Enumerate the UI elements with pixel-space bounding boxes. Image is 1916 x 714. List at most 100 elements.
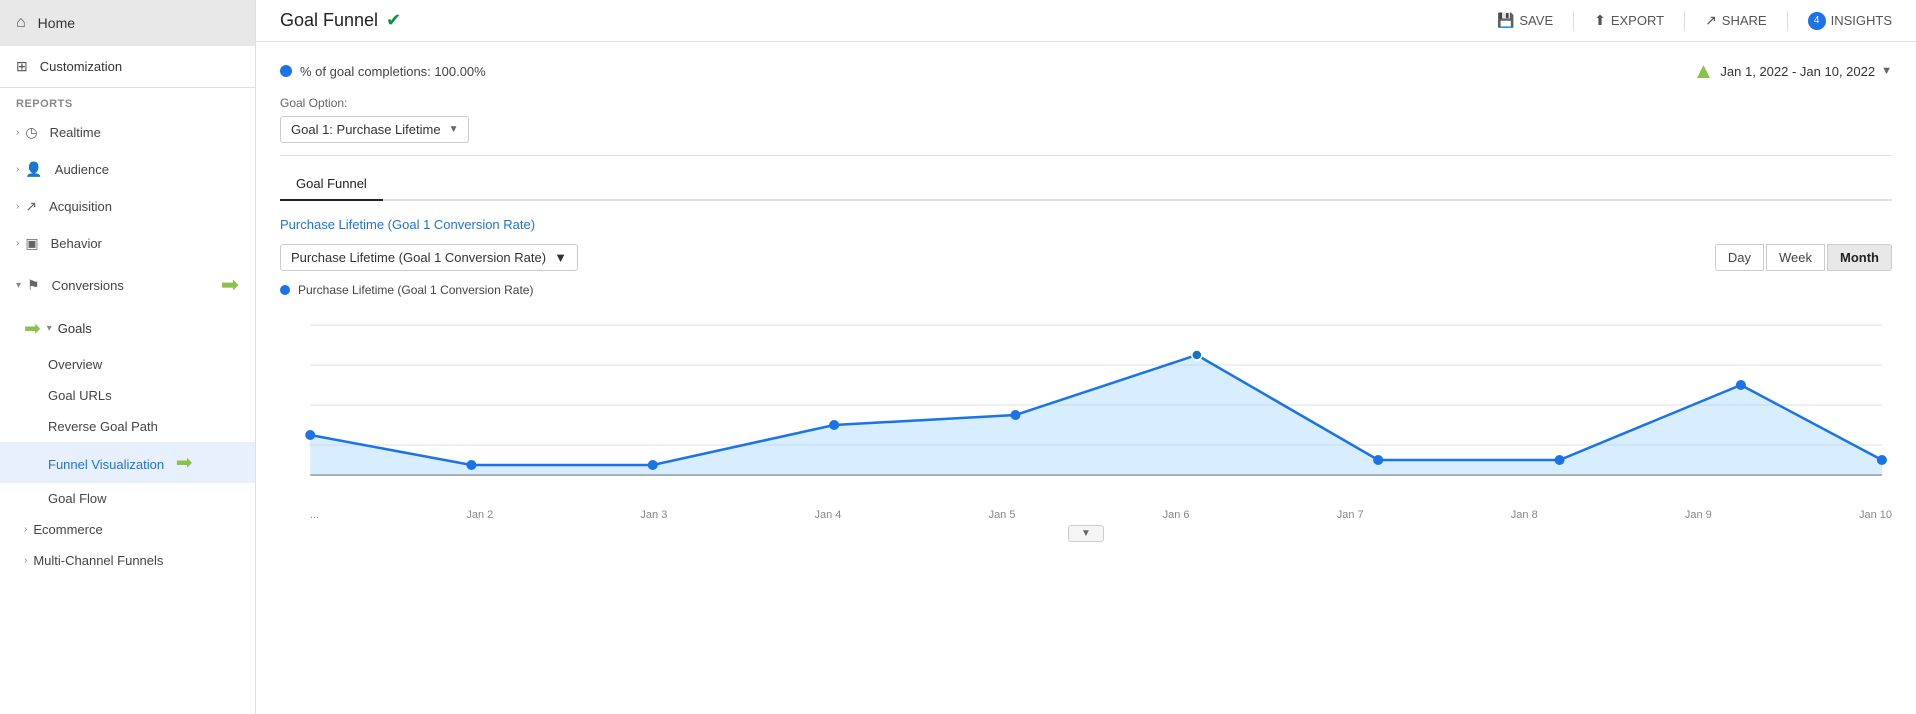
chart-svg (280, 305, 1892, 505)
date-range-picker[interactable]: ▲ Jan 1, 2022 - Jan 10, 2022 ▼ (1693, 58, 1892, 84)
tab-row: Goal Funnel (280, 168, 1892, 201)
goal-select-chevron: ▼ (449, 124, 459, 135)
save-label: SAVE (1519, 13, 1553, 28)
reverse-goal-path-label: Reverse Goal Path (48, 419, 158, 434)
completions-text: % of goal completions: 100.00% (300, 64, 486, 79)
sidebar-item-goal-flow[interactable]: Goal Flow (0, 483, 255, 514)
x-label-9: Jan 10 (1859, 509, 1892, 521)
data-point-1 (466, 460, 476, 470)
month-button[interactable]: Month (1827, 244, 1892, 271)
acquisition-icon: ↗ (25, 198, 37, 215)
goal-flow-label: Goal Flow (48, 491, 107, 506)
realtime-label: Realtime (50, 125, 101, 140)
tab-goal-funnel-label: Goal Funnel (296, 176, 367, 191)
sidebar-item-reverse-goal-path[interactable]: Reverse Goal Path (0, 411, 255, 442)
tab-goal-funnel[interactable]: Goal Funnel (280, 168, 383, 201)
sidebar-item-home[interactable]: ⌂ Home (0, 0, 255, 46)
main-content: Goal Funnel ✔ 💾 SAVE ⬆ EXPORT ↗ SHARE 4 … (256, 0, 1916, 714)
ecommerce-label: Ecommerce (33, 522, 102, 537)
sidebar-item-goal-urls[interactable]: Goal URLs (0, 380, 255, 411)
multichannel-label: Multi-Channel Funnels (33, 553, 163, 568)
customization-icon: ⊞ (16, 58, 28, 75)
sidebar-item-funnel-visualization[interactable]: Funnel Visualization ➡ (0, 442, 255, 483)
x-label-4: Jan 5 (989, 509, 1016, 521)
home-label: Home (38, 15, 75, 31)
goals-annotation-arrow: ➡ (24, 316, 41, 341)
sidebar-item-overview[interactable]: Overview (0, 349, 255, 380)
acquisition-label: Acquisition (49, 199, 112, 214)
content-area: % of goal completions: 100.00% ▲ Jan 1, … (256, 42, 1916, 714)
audience-icon: 👤 (25, 161, 42, 178)
sidebar-item-customization[interactable]: ⊞ Customization (0, 46, 255, 88)
divider-3 (1787, 11, 1788, 31)
x-label-7: Jan 8 (1511, 509, 1538, 521)
data-point-4 (1010, 410, 1020, 420)
week-button[interactable]: Week (1766, 244, 1825, 271)
goal-completions-row: % of goal completions: 100.00% ▲ Jan 1, … (280, 58, 1892, 84)
sidebar-item-ecommerce[interactable]: › Ecommerce (0, 514, 255, 545)
legend-text: Purchase Lifetime (Goal 1 Conversion Rat… (298, 283, 533, 297)
up-arrow-icon: ▲ (1693, 58, 1715, 84)
date-range-text: Jan 1, 2022 - Jan 10, 2022 (1720, 64, 1875, 79)
sidebar-item-acquisition[interactable]: › ↗ Acquisition (0, 188, 255, 225)
conversion-rate-label: Purchase Lifetime (Goal 1 Conversion Rat… (280, 217, 1892, 232)
export-button[interactable]: ⬆ EXPORT (1594, 12, 1664, 29)
x-axis-labels: ... Jan 2 Jan 3 Jan 4 Jan 5 Jan 6 Jan 7 … (280, 505, 1892, 521)
sidebar-item-realtime[interactable]: › ◷ Realtime (0, 114, 255, 151)
goal-option-section: Goal Option: Goal 1: Purchase Lifetime ▼ (280, 96, 1892, 156)
x-label-8: Jan 9 (1685, 509, 1712, 521)
save-icon: 💾 (1497, 12, 1514, 29)
insights-button[interactable]: 4 INSIGHTS (1808, 12, 1892, 30)
x-label-5: Jan 6 (1163, 509, 1190, 521)
share-icon: ↗ (1705, 12, 1717, 29)
conversions-label: Conversions (52, 278, 124, 293)
realtime-arrow: › (16, 127, 19, 138)
ecommerce-arrow: › (24, 524, 27, 535)
goals-expand-arrow: ▾ (47, 323, 52, 334)
funnel-annotation-arrow: ➡ (176, 452, 193, 474)
x-label-2: Jan 3 (640, 509, 667, 521)
audience-arrow: › (16, 164, 19, 175)
divider-2 (1684, 11, 1685, 31)
top-actions: 💾 SAVE ⬆ EXPORT ↗ SHARE 4 INSIGHTS (1497, 11, 1892, 31)
share-label: SHARE (1722, 13, 1767, 28)
share-button[interactable]: ↗ SHARE (1705, 12, 1767, 29)
scroll-indicator: ▼ (280, 521, 1892, 546)
export-label: EXPORT (1611, 13, 1664, 28)
data-point-8 (1736, 380, 1746, 390)
goal-urls-label: Goal URLs (48, 388, 112, 403)
legend-dot (280, 285, 290, 295)
date-range-chevron: ▼ (1881, 65, 1892, 77)
overview-label: Overview (48, 357, 102, 372)
conversions-annotation-arrow: ➡ (221, 272, 239, 298)
goal-select-value: Goal 1: Purchase Lifetime (291, 122, 441, 137)
customization-label: Customization (40, 59, 122, 74)
metric-select[interactable]: Purchase Lifetime (Goal 1 Conversion Rat… (280, 244, 578, 271)
goal-option-label: Goal Option: (280, 96, 1892, 110)
sidebar-item-multichannel[interactable]: › Multi-Channel Funnels (0, 545, 255, 576)
goals-label: Goals (58, 321, 92, 336)
sidebar-item-behavior[interactable]: › ▣ Behavior (0, 225, 255, 262)
metric-select-chevron: ▼ (554, 250, 567, 265)
scroll-button[interactable]: ▼ (1068, 525, 1104, 542)
save-button[interactable]: 💾 SAVE (1497, 12, 1553, 29)
home-icon: ⌂ (16, 14, 26, 32)
top-bar: Goal Funnel ✔ 💾 SAVE ⬆ EXPORT ↗ SHARE 4 … (256, 0, 1916, 42)
audience-label: Audience (55, 162, 109, 177)
conversions-expand-arrow: ▾ (16, 280, 21, 291)
sidebar-item-conversions[interactable]: ▾ ⚑ Conversions ➡ (0, 262, 255, 308)
goal-select[interactable]: Goal 1: Purchase Lifetime ▼ (280, 116, 469, 143)
reports-section-label: REPORTS (0, 88, 255, 114)
check-icon: ✔ (386, 10, 401, 31)
sidebar-item-goals[interactable]: ➡ ▾ Goals (0, 308, 255, 349)
sidebar-item-audience[interactable]: › 👤 Audience (0, 151, 255, 188)
day-button[interactable]: Day (1715, 244, 1764, 271)
x-label-1: Jan 2 (466, 509, 493, 521)
data-point-3 (829, 420, 839, 430)
export-icon: ⬆ (1594, 12, 1606, 29)
x-label-3: Jan 4 (814, 509, 841, 521)
data-point-2 (648, 460, 658, 470)
x-label-6: Jan 7 (1337, 509, 1364, 521)
blue-dot (280, 65, 292, 77)
divider-1 (1573, 11, 1574, 31)
